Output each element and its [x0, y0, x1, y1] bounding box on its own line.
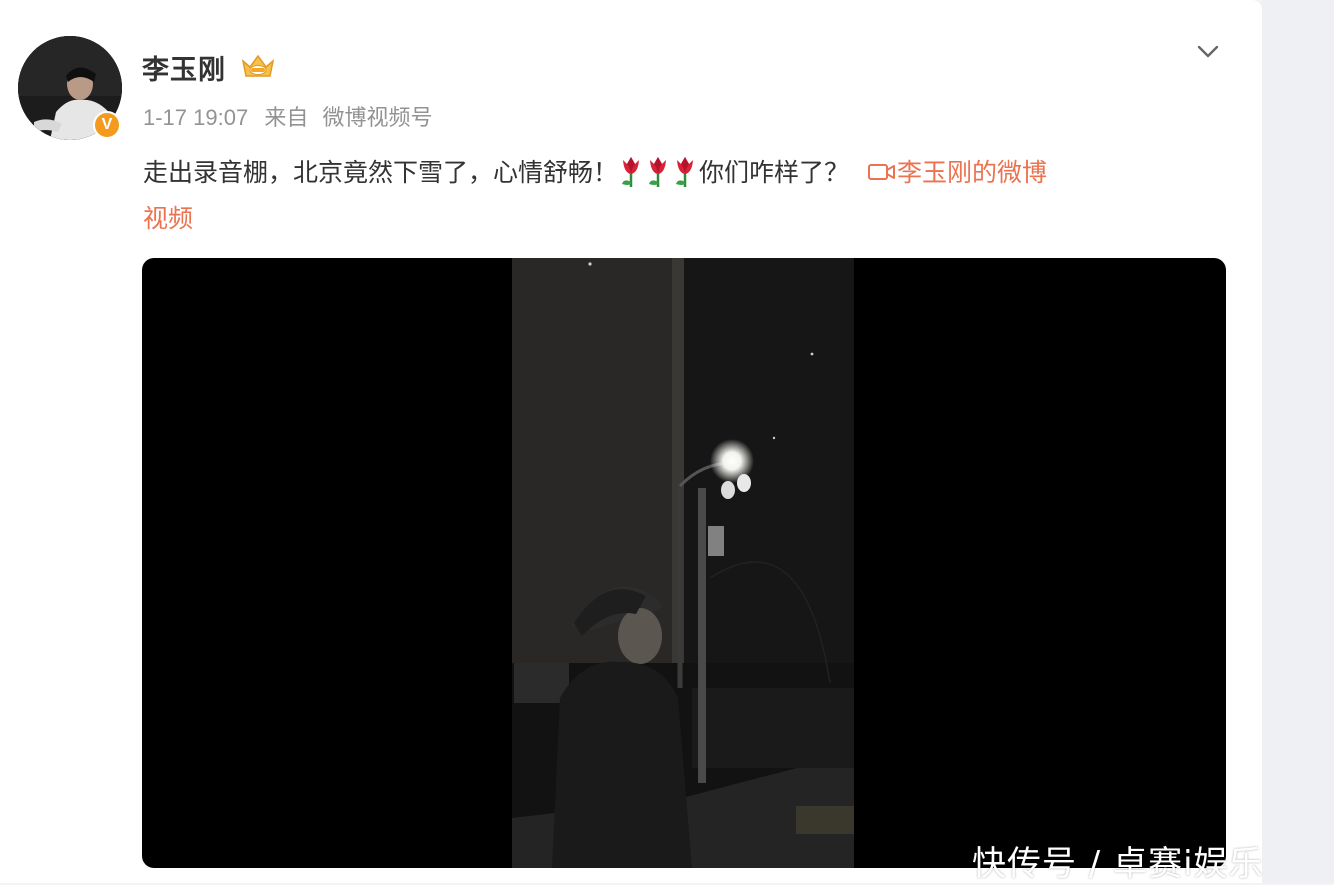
video-thumbnail: [512, 258, 854, 868]
post-time[interactable]: 1-17 19:07: [143, 105, 248, 130]
watermark-text: 快传号 / 卓赛i娱乐: [972, 844, 1264, 884]
crown-membership-icon[interactable]: [240, 52, 276, 80]
source-link[interactable]: 微博视频号: [322, 105, 432, 130]
post-text-part1: 走出录音棚，北京竟然下雪了，心情舒畅！: [143, 159, 619, 187]
verified-badge-icon: V: [93, 111, 121, 139]
source-prefix: 来自: [264, 105, 309, 130]
tulip-emoji-icon: [622, 157, 640, 188]
author-name[interactable]: 李玉刚: [142, 48, 226, 87]
video-player[interactable]: [142, 258, 1226, 868]
post-body: 走出录音棚，北京竟然下雪了，心情舒畅！ 你们咋样了？ 李玉刚的微博视频: [143, 150, 1223, 242]
tulip-emoji-icon: [676, 157, 694, 188]
weibo-post-card: V 李玉刚 1-17 19:07 来自 微博视频号 走出录音棚，北京竟然下雪了，…: [0, 0, 1262, 883]
chevron-down-icon[interactable]: [1194, 40, 1222, 64]
post-meta: 1-17 19:07 来自 微博视频号: [143, 100, 432, 132]
tulip-emoji-icon: [649, 157, 667, 188]
video-link-label-1[interactable]: 李玉刚的微博: [897, 159, 1047, 187]
video-link-label-2[interactable]: 视频: [143, 205, 193, 233]
post-text-part2: 你们咋样了？: [699, 159, 850, 187]
page-right-gutter: [1262, 0, 1334, 883]
video-camera-icon: [868, 164, 896, 181]
